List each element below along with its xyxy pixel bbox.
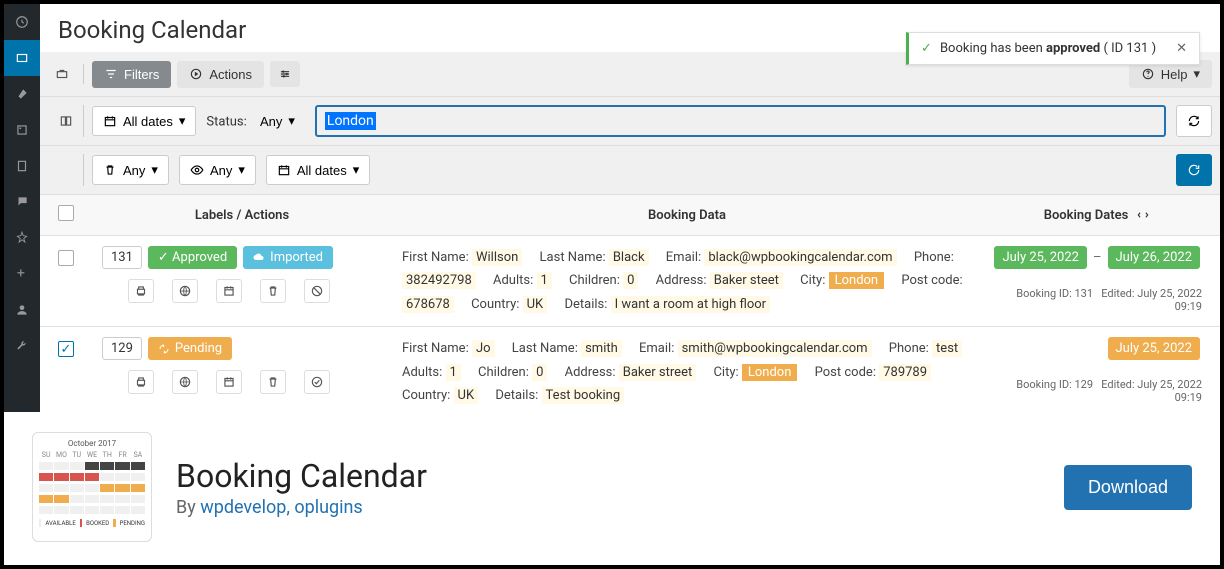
date-pill[interactable]: July 25, 2022 <box>994 246 1087 269</box>
plugin-title: Booking Calendar <box>176 457 427 495</box>
caret-down-icon: ▾ <box>179 113 186 129</box>
author-link[interactable]: wpdevelop, oplugins <box>200 497 363 518</box>
caret-down-icon: ▾ <box>151 162 158 178</box>
reset-button[interactable] <box>1176 105 1212 137</box>
sidebar-media-icon[interactable] <box>4 112 40 148</box>
check-icon: ✓ <box>921 41 932 56</box>
select-all-checkbox[interactable] <box>58 205 74 221</box>
approve-icon[interactable] <box>304 370 330 394</box>
booking-data: First Name Jo Last Name smith Email smit… <box>402 337 972 407</box>
status-approved[interactable]: ✓ Approved <box>148 246 237 269</box>
main-content: Booking Calendar ✓ Booking has been appr… <box>40 4 1220 412</box>
date-filter-2-dropdown[interactable]: All dates ▾ <box>266 155 370 185</box>
th-data: Booking Data <box>402 208 972 223</box>
sidebar-plugins-icon[interactable] <box>4 256 40 292</box>
booking-row: ✓ 129 Pending First Name Jo Last Name sm… <box>40 327 1220 412</box>
visibility-filter-dropdown[interactable]: Any ▾ <box>179 155 256 185</box>
sidebar-pages-icon[interactable] <box>4 148 40 184</box>
sidebar-appearance-icon[interactable] <box>4 220 40 256</box>
sidebar-tools-icon[interactable] <box>4 328 40 364</box>
download-button[interactable]: Download <box>1064 465 1192 510</box>
filter-row-1: All dates ▾ Status: Any ▾ London <box>40 97 1220 146</box>
date-pill[interactable]: July 26, 2022 <box>1108 246 1201 269</box>
refresh-button[interactable] <box>1176 154 1212 186</box>
status-imported[interactable]: Imported <box>243 246 333 269</box>
tab-actions[interactable]: Actions <box>177 61 264 88</box>
date-filter-dropdown[interactable]: All dates ▾ <box>92 106 196 136</box>
booking-row: 131 ✓ Approved Imported First Name Wills… <box>40 236 1220 327</box>
date-pill[interactable]: July 25, 2022 <box>1108 337 1201 360</box>
sidebar-comments-icon[interactable] <box>4 184 40 220</box>
sidebar-pin-icon[interactable] <box>4 76 40 112</box>
briefcase-icon[interactable] <box>49 64 75 84</box>
calendar-icon[interactable] <box>216 370 242 394</box>
sidebar-dashboard-icon[interactable] <box>4 4 40 40</box>
table-header: Labels / Actions Booking Data Booking Da… <box>40 195 1220 236</box>
status-pending[interactable]: Pending <box>148 337 232 360</box>
sidebar-booking-icon[interactable] <box>4 40 40 76</box>
plugin-author: By wpdevelop, oplugins <box>176 497 427 518</box>
globe-icon[interactable] <box>172 279 198 303</box>
booking-id-badge: 131 <box>102 246 142 269</box>
deny-icon[interactable] <box>304 279 330 303</box>
th-labels: Labels / Actions <box>102 208 382 223</box>
calendar-icon[interactable] <box>216 279 242 303</box>
success-notice: ✓ Booking has been approved ( ID 131 ) ✕ <box>906 32 1200 65</box>
tab-filters[interactable]: Filters <box>92 61 171 88</box>
print-icon[interactable] <box>128 279 154 303</box>
booking-id-badge: 129 <box>102 337 142 360</box>
caret-down-icon: ▾ <box>353 162 360 178</box>
status-filter-dropdown[interactable]: Any ▾ <box>250 107 305 135</box>
caret-down-icon: ▾ <box>288 113 295 129</box>
close-icon[interactable]: ✕ <box>1176 41 1187 56</box>
plugin-thumbnail: October 2017 SUMOTUWETHFRSA AVAILABLE BO… <box>32 432 152 542</box>
caret-down-icon: ▾ <box>1193 66 1200 82</box>
row-checkbox[interactable]: ✓ <box>58 341 74 357</box>
trash-icon[interactable] <box>260 279 286 303</box>
booking-meta: Booking ID: 129 Edited: July 25, 2022 09… <box>992 378 1202 404</box>
booking-meta: Booking ID: 131 Edited: July 25, 2022 09… <box>992 287 1202 313</box>
caret-down-icon: ▾ <box>238 162 245 178</box>
search-input[interactable]: London <box>315 105 1166 137</box>
tab-settings[interactable] <box>270 61 300 87</box>
sidebar-users-icon[interactable] <box>4 292 40 328</box>
filter-row-2: Any ▾ Any ▾ All dates ▾ <box>40 146 1220 195</box>
trash-filter-dropdown[interactable]: Any ▾ <box>92 155 169 185</box>
trash-icon[interactable] <box>260 370 286 394</box>
layout-icon[interactable] <box>53 111 79 131</box>
row-checkbox[interactable] <box>58 250 74 266</box>
th-dates[interactable]: Booking Dates <box>992 208 1202 223</box>
print-icon[interactable] <box>128 370 154 394</box>
wp-admin-sidebar <box>4 4 40 412</box>
globe-icon[interactable] <box>172 370 198 394</box>
plugin-footer: October 2017 SUMOTUWETHFRSA AVAILABLE BO… <box>4 412 1220 562</box>
booking-data: First Name Willson Last Name Black Email… <box>402 246 972 316</box>
